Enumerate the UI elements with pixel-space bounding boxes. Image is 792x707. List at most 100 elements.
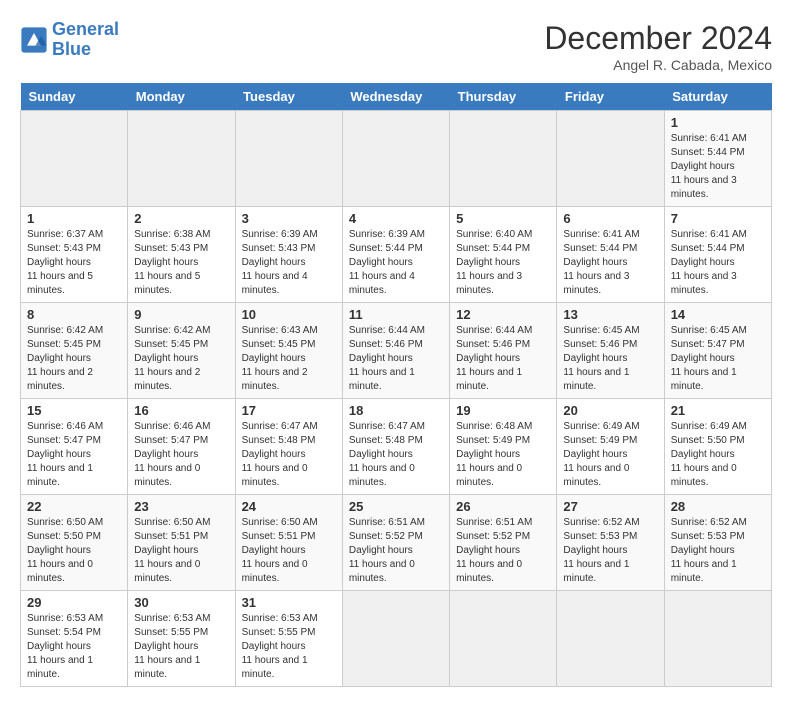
- day-cell: 27 Sunrise: 6:52 AM Sunset: 5:53 PM Dayl…: [557, 495, 664, 591]
- sunset-label: Sunset: 5:47 PM: [27, 435, 101, 446]
- day-number: 13: [563, 307, 657, 322]
- col-header-friday: Friday: [557, 83, 664, 111]
- day-info: Sunrise: 6:41 AM Sunset: 5:44 PM Dayligh…: [563, 228, 657, 298]
- day-number: 30: [134, 595, 228, 610]
- sunset-label: Sunset: 5:53 PM: [563, 531, 637, 542]
- sunset-label: Sunset: 5:44 PM: [349, 243, 423, 254]
- sunset-label: Sunset: 5:44 PM: [563, 243, 637, 254]
- sunrise-label: Sunrise: 6:39 AM: [349, 229, 425, 240]
- sunrise-label: Sunrise: 6:46 AM: [134, 421, 210, 432]
- sunrise-label: Sunrise: 6:52 AM: [563, 517, 639, 528]
- daylight-value: 11 hours and 5 minutes.: [27, 271, 93, 296]
- day-number: 22: [27, 499, 121, 514]
- sunrise-label: Sunrise: 6:51 AM: [456, 517, 532, 528]
- sunset-label: Sunset: 5:43 PM: [27, 243, 101, 254]
- day-cell: [342, 111, 449, 207]
- day-info: Sunrise: 6:52 AM Sunset: 5:53 PM Dayligh…: [671, 516, 765, 586]
- day-cell: 3 Sunrise: 6:39 AM Sunset: 5:43 PM Dayli…: [235, 207, 342, 303]
- sunrise-label: Sunrise: 6:43 AM: [242, 325, 318, 336]
- day-number: 12: [456, 307, 550, 322]
- day-info: Sunrise: 6:44 AM Sunset: 5:46 PM Dayligh…: [349, 324, 443, 394]
- day-cell: 9 Sunrise: 6:42 AM Sunset: 5:45 PM Dayli…: [128, 303, 235, 399]
- daylight-label: Daylight hours: [349, 449, 413, 460]
- daylight-label: Daylight hours: [349, 257, 413, 268]
- daylight-value: 11 hours and 3 minutes.: [563, 271, 629, 296]
- sunset-label: Sunset: 5:45 PM: [27, 339, 101, 350]
- day-number: 14: [671, 307, 765, 322]
- day-info: Sunrise: 6:47 AM Sunset: 5:48 PM Dayligh…: [242, 420, 336, 490]
- day-cell: [21, 111, 128, 207]
- sunrise-label: Sunrise: 6:47 AM: [349, 421, 425, 432]
- daylight-value: 11 hours and 0 minutes.: [242, 463, 308, 488]
- sunset-label: Sunset: 5:52 PM: [349, 531, 423, 542]
- sunrise-label: Sunrise: 6:48 AM: [456, 421, 532, 432]
- col-header-sunday: Sunday: [21, 83, 128, 111]
- day-info: Sunrise: 6:53 AM Sunset: 5:55 PM Dayligh…: [242, 612, 336, 682]
- daylight-value: 11 hours and 0 minutes.: [671, 463, 737, 488]
- day-cell: 12 Sunrise: 6:44 AM Sunset: 5:46 PM Dayl…: [450, 303, 557, 399]
- daylight-value: 11 hours and 0 minutes.: [456, 463, 522, 488]
- day-info: Sunrise: 6:44 AM Sunset: 5:46 PM Dayligh…: [456, 324, 550, 394]
- logo-line2: Blue: [52, 39, 91, 59]
- daylight-value: 11 hours and 0 minutes.: [349, 463, 415, 488]
- col-header-monday: Monday: [128, 83, 235, 111]
- daylight-label: Daylight hours: [242, 641, 306, 652]
- week-row-0: 1 Sunrise: 6:41 AM Sunset: 5:44 PM Dayli…: [21, 111, 772, 207]
- daylight-value: 11 hours and 2 minutes.: [242, 367, 308, 392]
- calendar-table: SundayMondayTuesdayWednesdayThursdayFrid…: [20, 83, 772, 687]
- daylight-value: 11 hours and 4 minutes.: [242, 271, 308, 296]
- sunset-label: Sunset: 5:46 PM: [349, 339, 423, 350]
- sunset-label: Sunset: 5:43 PM: [134, 243, 208, 254]
- daylight-label: Daylight hours: [456, 449, 520, 460]
- day-cell: 28 Sunrise: 6:52 AM Sunset: 5:53 PM Dayl…: [664, 495, 771, 591]
- day-number: 6: [563, 211, 657, 226]
- sunset-label: Sunset: 5:45 PM: [134, 339, 208, 350]
- sunset-label: Sunset: 5:49 PM: [456, 435, 530, 446]
- day-cell: 18 Sunrise: 6:47 AM Sunset: 5:48 PM Dayl…: [342, 399, 449, 495]
- day-info: Sunrise: 6:51 AM Sunset: 5:52 PM Dayligh…: [456, 516, 550, 586]
- sunrise-label: Sunrise: 6:53 AM: [27, 613, 103, 624]
- sunset-label: Sunset: 5:44 PM: [456, 243, 530, 254]
- daylight-label: Daylight hours: [242, 449, 306, 460]
- logo-icon: [20, 26, 48, 54]
- day-number: 19: [456, 403, 550, 418]
- daylight-label: Daylight hours: [671, 353, 735, 364]
- sunset-label: Sunset: 5:44 PM: [671, 243, 745, 254]
- daylight-value: 11 hours and 3 minutes.: [456, 271, 522, 296]
- week-row-5: 29 Sunrise: 6:53 AM Sunset: 5:54 PM Dayl…: [21, 591, 772, 687]
- day-cell: 15 Sunrise: 6:46 AM Sunset: 5:47 PM Dayl…: [21, 399, 128, 495]
- sunrise-label: Sunrise: 6:50 AM: [242, 517, 318, 528]
- day-info: Sunrise: 6:50 AM Sunset: 5:50 PM Dayligh…: [27, 516, 121, 586]
- day-number: 8: [27, 307, 121, 322]
- sunset-label: Sunset: 5:48 PM: [349, 435, 423, 446]
- day-number: 16: [134, 403, 228, 418]
- day-number: 21: [671, 403, 765, 418]
- day-cell: 11 Sunrise: 6:44 AM Sunset: 5:46 PM Dayl…: [342, 303, 449, 399]
- day-number: 1: [27, 211, 121, 226]
- day-cell: 26 Sunrise: 6:51 AM Sunset: 5:52 PM Dayl…: [450, 495, 557, 591]
- day-cell: 17 Sunrise: 6:47 AM Sunset: 5:48 PM Dayl…: [235, 399, 342, 495]
- sunrise-label: Sunrise: 6:52 AM: [671, 517, 747, 528]
- daylight-value: 11 hours and 1 minute.: [563, 367, 629, 392]
- day-info: Sunrise: 6:42 AM Sunset: 5:45 PM Dayligh…: [134, 324, 228, 394]
- sunrise-label: Sunrise: 6:50 AM: [27, 517, 103, 528]
- day-cell: [235, 111, 342, 207]
- daylight-label: Daylight hours: [27, 353, 91, 364]
- day-cell: 7 Sunrise: 6:41 AM Sunset: 5:44 PM Dayli…: [664, 207, 771, 303]
- daylight-label: Daylight hours: [134, 353, 198, 364]
- day-cell: 2 Sunrise: 6:38 AM Sunset: 5:43 PM Dayli…: [128, 207, 235, 303]
- day-info: Sunrise: 6:50 AM Sunset: 5:51 PM Dayligh…: [134, 516, 228, 586]
- day-info: Sunrise: 6:46 AM Sunset: 5:47 PM Dayligh…: [27, 420, 121, 490]
- day-info: Sunrise: 6:37 AM Sunset: 5:43 PM Dayligh…: [27, 228, 121, 298]
- sunrise-label: Sunrise: 6:44 AM: [456, 325, 532, 336]
- day-number: 18: [349, 403, 443, 418]
- sunset-label: Sunset: 5:46 PM: [563, 339, 637, 350]
- daylight-label: Daylight hours: [671, 449, 735, 460]
- day-number: 31: [242, 595, 336, 610]
- day-cell: 21 Sunrise: 6:49 AM Sunset: 5:50 PM Dayl…: [664, 399, 771, 495]
- sunrise-label: Sunrise: 6:53 AM: [242, 613, 318, 624]
- day-info: Sunrise: 6:50 AM Sunset: 5:51 PM Dayligh…: [242, 516, 336, 586]
- sunrise-label: Sunrise: 6:40 AM: [456, 229, 532, 240]
- col-header-saturday: Saturday: [664, 83, 771, 111]
- day-cell: [664, 591, 771, 687]
